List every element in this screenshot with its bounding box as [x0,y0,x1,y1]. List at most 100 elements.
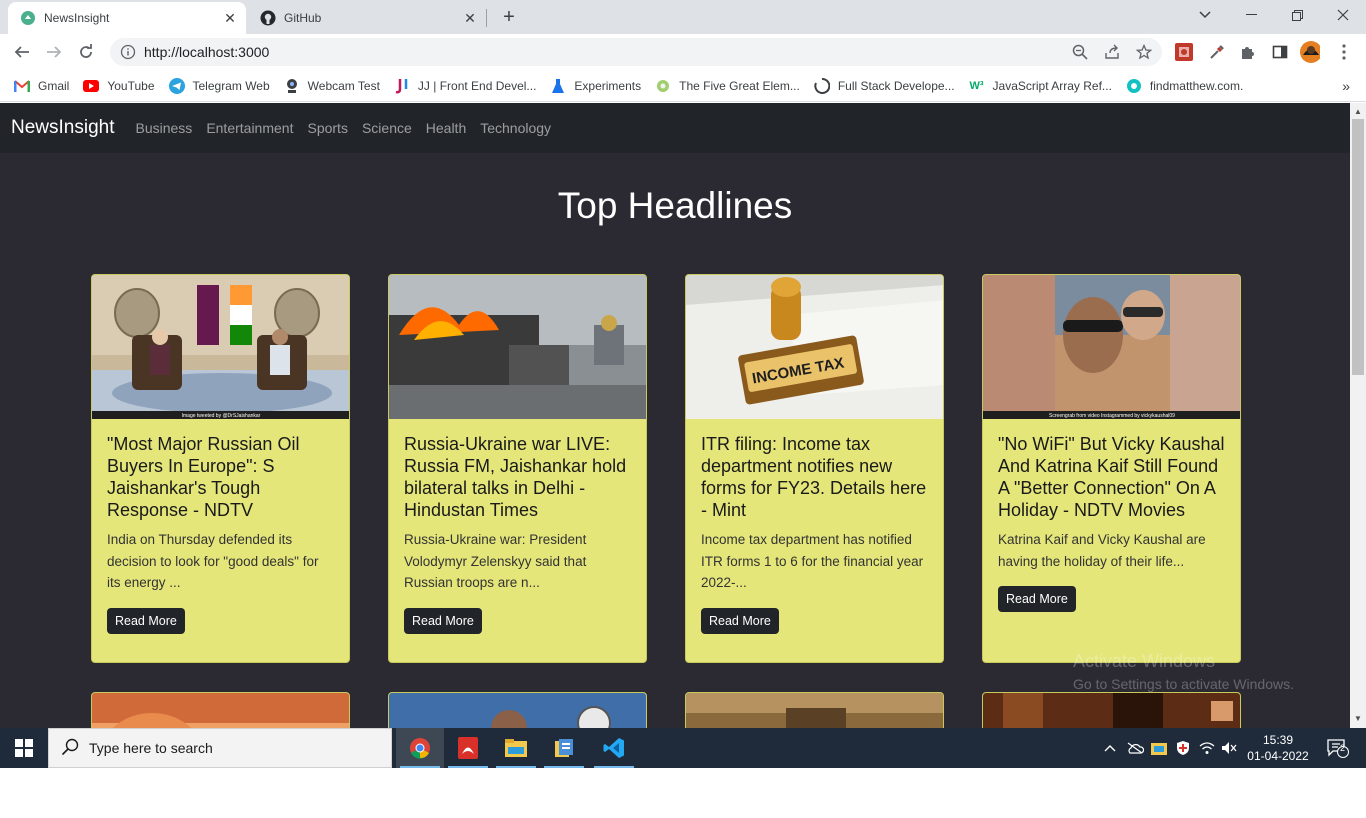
menu-kebab-icon[interactable] [1334,42,1354,62]
tab-newsinsight[interactable]: NewsInsight ✕ [8,2,246,34]
chrome-taskbar-icon[interactable] [396,728,444,768]
scrollbar-thumb[interactable] [1352,119,1364,375]
notifications-button[interactable]: 2 [1318,728,1358,768]
news-card-image: Screengrab from video Instagrammed by vi… [983,275,1240,419]
taskbar-clock[interactable]: 15:39 01-04-2022 [1240,732,1316,764]
security-shield-icon[interactable] [1172,728,1194,768]
w3-icon: W³ [969,79,984,92]
app-taskbar-icon[interactable] [540,728,588,768]
folder-tray-icon[interactable] [1148,728,1170,768]
side-panel-icon[interactable] [1270,42,1290,62]
bookmark-experiments[interactable]: Experiments [550,78,641,94]
read-more-button[interactable]: Read More [404,607,482,634]
read-more-button[interactable]: Read More [701,607,779,634]
tab-search-chevron-icon[interactable] [1182,0,1228,30]
show-hidden-icons-icon[interactable] [1100,728,1120,768]
news-card: Image tweeted by @DrSJaishankar "Most Ma… [91,274,350,663]
wifi-icon[interactable] [1196,728,1218,768]
bookmark-gmail[interactable]: Gmail [14,78,69,94]
bookmark-full-stack[interactable]: Full Stack Develope... [814,77,955,94]
more-bookmarks-icon[interactable]: » [1342,78,1350,94]
nav-health[interactable]: Health [426,120,466,136]
taskbar-search-box[interactable]: Type here to search [48,728,392,768]
onedrive-icon[interactable] [1124,728,1146,768]
nav-sports[interactable]: Sports [307,120,347,136]
flask-icon [550,78,566,94]
notification-icon [1327,739,1349,758]
news-card-image [389,693,646,728]
search-icon [61,738,81,758]
vscode-taskbar-icon[interactable] [590,728,638,768]
nav-entertainment[interactable]: Entertainment [206,120,293,136]
extensions-puzzle-icon[interactable] [1238,42,1258,62]
nav-business[interactable]: Business [136,120,193,136]
news-card-description: Russia-Ukraine war: President Volodymyr … [404,532,587,590]
tab-title: NewsInsight [44,11,110,25]
activate-windows-title: Activate Windows [1073,651,1216,671]
read-more-button[interactable]: Read More [107,607,185,634]
profile-avatar[interactable] [1300,41,1320,63]
news-card-title: "No WiFi" But Vicky Kaushal And Katrina … [998,434,1225,520]
news-card-image [983,693,1240,728]
page-title: Top Headlines [557,185,793,226]
site-info-icon[interactable] [120,44,136,60]
bookmark-label: Full Stack Develope... [837,78,955,93]
news-card-description: Katrina Kaif and Vicky Kaushal are havin… [998,532,1206,569]
bookmark-label: The Five Great Elem... [679,78,800,93]
webcam-icon [284,78,300,94]
bookmark-label: JJ | Front End Devel... [417,78,537,93]
read-more-button[interactable]: Read More [998,586,1076,612]
news-card: Russia-Ukraine war LIVE: Russia FM, Jais… [388,274,647,663]
notification-count: 2 [1340,743,1346,753]
page-scrollbar[interactable]: ▲ ▼ [1350,103,1366,728]
zoom-icon[interactable] [1070,42,1090,62]
bookmark-telegram[interactable]: Telegram Web [168,77,270,94]
share-icon[interactable] [1102,42,1122,62]
minimize-icon[interactable] [1228,0,1274,30]
volume-muted-icon[interactable] [1218,728,1240,768]
bookmark-jj-frontend[interactable]: JJ | Front End Devel... [394,78,537,94]
close-icon[interactable]: ✕ [462,10,478,26]
leaf-icon [655,78,671,94]
close-icon[interactable]: ✕ [222,10,238,26]
scroll-down-arrow-icon[interactable]: ▼ [1354,714,1362,723]
bookmark-label: Experiments [574,78,642,93]
bookmark-five-elements[interactable]: The Five Great Elem... [655,78,800,94]
news-card-title: ITR filing: Income tax department notifi… [701,434,927,520]
acrobat-taskbar-icon[interactable] [444,728,492,768]
news-card-description: India on Thursday defended its decision … [107,532,319,590]
bookmark-star-icon[interactable] [1134,42,1154,62]
eyedropper-icon[interactable] [1207,42,1227,62]
github-icon [260,10,276,26]
forward-icon[interactable] [42,40,66,64]
url-input[interactable] [144,44,1044,60]
scroll-up-arrow-icon[interactable]: ▲ [1354,107,1362,116]
extension-red-icon[interactable] [1174,42,1194,62]
address-bar[interactable] [110,38,1162,66]
file-explorer-taskbar-icon[interactable] [492,728,540,768]
image-caption: Image tweeted by @DrSJaishankar [182,413,261,419]
news-card [388,692,647,728]
site-brand[interactable]: NewsInsight [11,117,115,139]
bookmark-webcam-test[interactable]: Webcam Test [284,78,380,94]
close-window-icon[interactable] [1320,0,1366,30]
reload-icon[interactable] [74,40,98,64]
news-card-image [686,693,943,728]
clock-date: 01-04-2022 [1247,749,1309,763]
tab-github[interactable]: GitHub ✕ [248,2,486,34]
nav-technology[interactable]: Technology [480,120,551,136]
bookmark-findmatthew[interactable]: findmatthew.com. [1126,78,1243,94]
news-card-image: INCOME TAX [686,275,943,419]
news-card-image: Image tweeted by @DrSJaishankar [92,275,349,419]
bookmark-label: findmatthew.com. [1149,78,1244,93]
back-icon[interactable] [10,40,34,64]
nav-science[interactable]: Science [362,120,412,136]
bookmark-js-array[interactable]: W³ JavaScript Array Ref... [969,78,1112,94]
restore-icon[interactable] [1274,0,1320,30]
page-viewport: NewsInsight Business Entertainment Sport… [0,103,1350,728]
windows-start-icon[interactable] [0,728,48,768]
news-card-description: Income tax department has notified ITR f… [701,532,924,590]
bookmark-youtube[interactable]: YouTube [83,78,155,94]
new-tab-icon[interactable]: + [498,6,520,28]
news-card [91,692,350,728]
